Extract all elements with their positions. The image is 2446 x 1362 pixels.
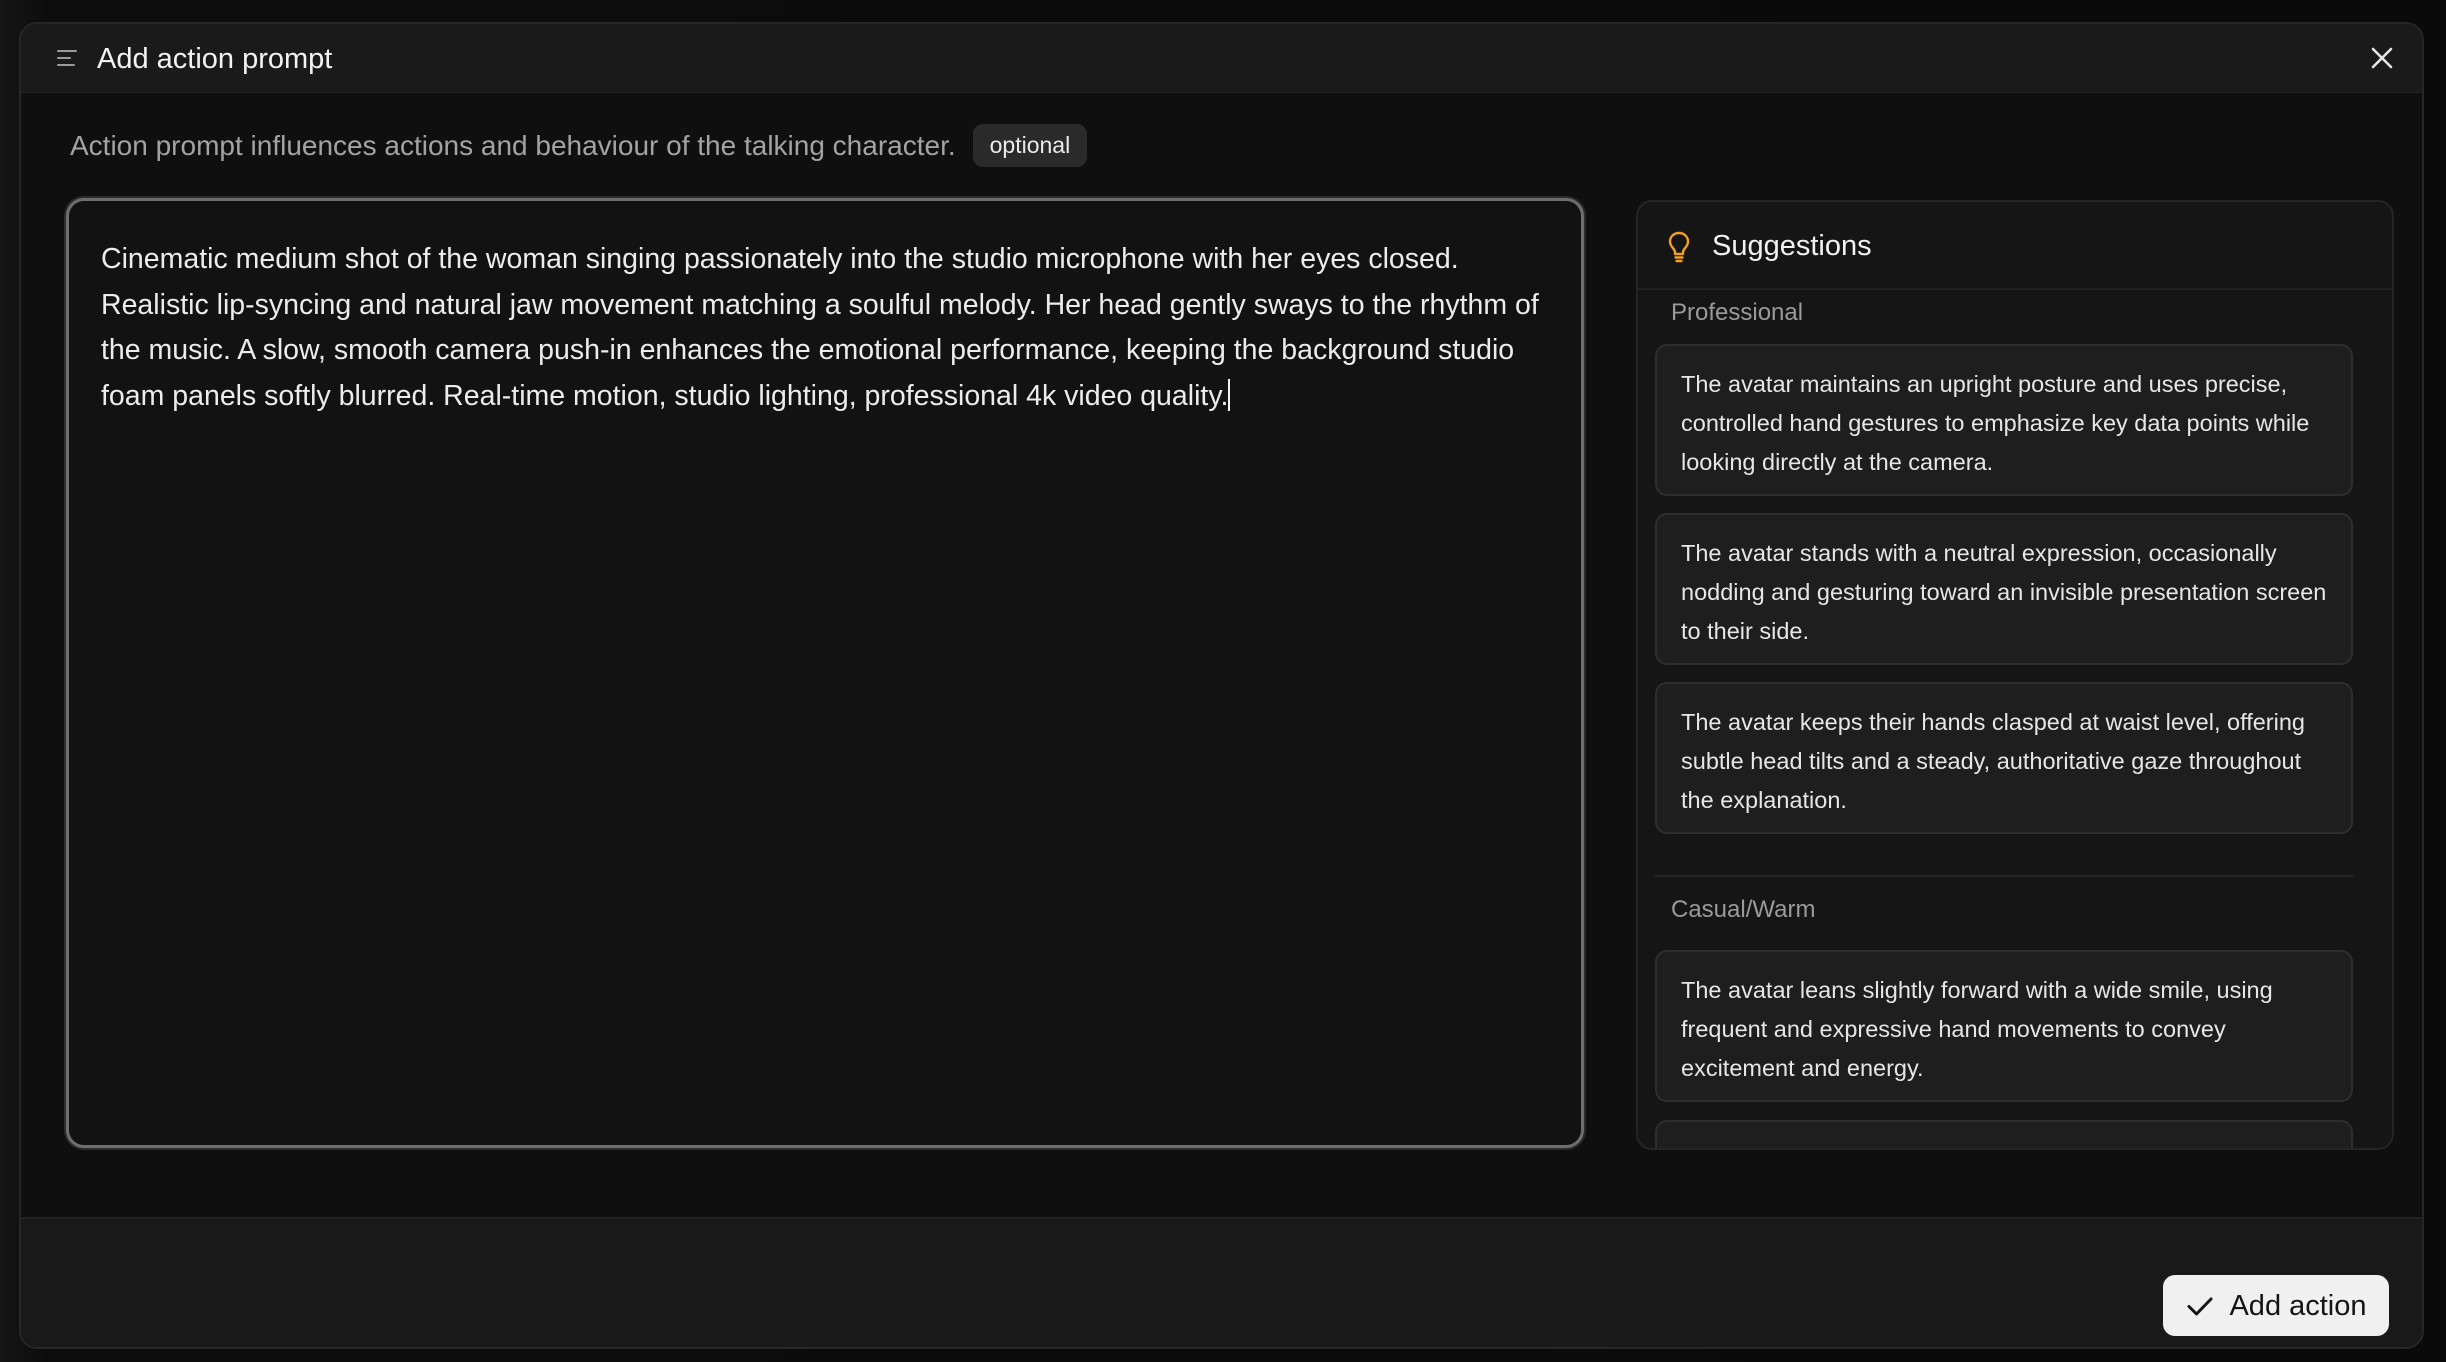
close-button[interactable] bbox=[2364, 40, 2400, 76]
group-label-casual-warm: Casual/Warm bbox=[1671, 896, 1816, 923]
suggestions-list[interactable]: Professional The avatar maintains an upri… bbox=[1638, 290, 2392, 1148]
suggestion-text: The avatar stands with a neutral express… bbox=[1681, 540, 2327, 644]
check-icon bbox=[2187, 1297, 2213, 1315]
suggestion-card[interactable]: The avatar maintains an upright posture … bbox=[1655, 344, 2353, 496]
group-label-professional: Professional bbox=[1671, 299, 1804, 326]
group-divider bbox=[1655, 875, 2353, 877]
menu-icon bbox=[57, 50, 77, 66]
close-icon bbox=[2371, 47, 2393, 69]
action-prompt-textarea[interactable]: Cinematic medium shot of the woman singi… bbox=[66, 198, 1584, 1148]
dialog-description: Action prompt influences actions and beh… bbox=[70, 129, 956, 161]
action-prompt-text[interactable]: Cinematic medium shot of the woman singi… bbox=[101, 237, 1561, 419]
optional-badge: optional bbox=[972, 124, 1088, 167]
subtitle-row: Action prompt influences actions and beh… bbox=[70, 124, 1088, 167]
suggestion-card[interactable]: The avatar stands with a neutral express… bbox=[1655, 513, 2353, 665]
suggestion-card-partial[interactable] bbox=[1655, 1120, 2353, 1148]
lightbulb-icon bbox=[1668, 231, 1690, 263]
suggestions-header: Suggestions bbox=[1638, 202, 2392, 290]
suggestions-panel: Suggestions Professional The avatar maint… bbox=[1636, 200, 2394, 1150]
add-action-label: Add action bbox=[2229, 1289, 2367, 1322]
action-prompt-value: Cinematic medium shot of the woman singi… bbox=[101, 243, 1539, 412]
suggestion-card[interactable]: The avatar leans slightly forward with a… bbox=[1655, 950, 2353, 1102]
suggestions-title: Suggestions bbox=[1712, 230, 1872, 262]
add-action-prompt-dialog: Add action prompt Action prompt influenc… bbox=[19, 22, 2424, 1349]
text-caret bbox=[1228, 378, 1231, 411]
dialog-header: Add action prompt bbox=[21, 24, 2422, 93]
suggestion-text: The avatar maintains an upright posture … bbox=[1681, 371, 2310, 475]
suggestion-card[interactable]: The avatar keeps their hands clasped at … bbox=[1655, 682, 2353, 834]
suggestion-text: The avatar keeps their hands clasped at … bbox=[1681, 709, 2305, 813]
dialog-title: Add action prompt bbox=[97, 43, 333, 75]
dialog-footer: Add action bbox=[21, 1217, 2422, 1347]
suggestion-text: The avatar leans slightly forward with a… bbox=[1681, 977, 2273, 1081]
add-action-button[interactable]: Add action bbox=[2163, 1275, 2389, 1336]
